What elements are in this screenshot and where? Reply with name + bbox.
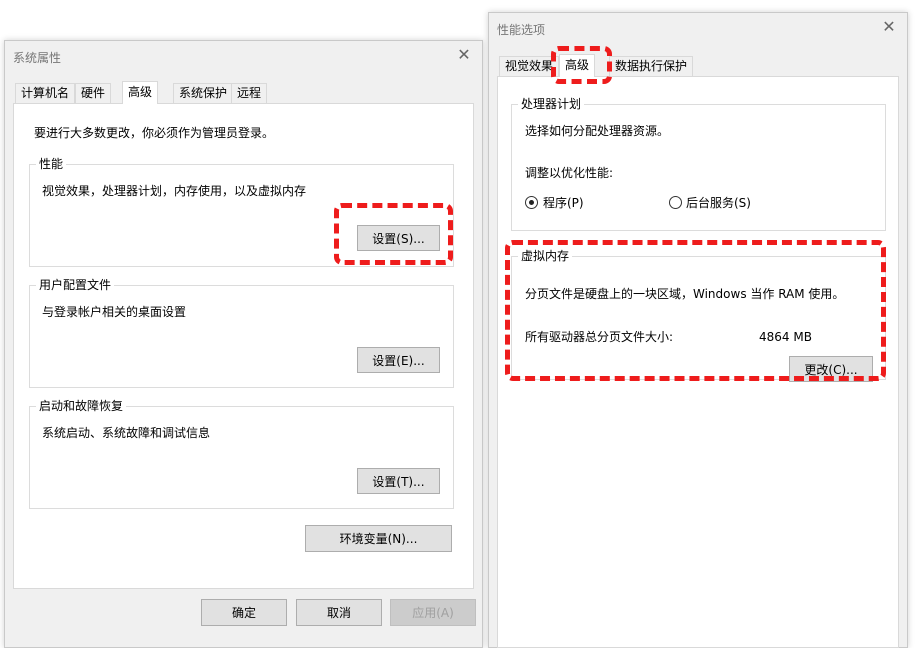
virtual-memory-group: 虚拟内存 分页文件是硬盘上的一块区域，Windows 当作 RAM 使用。 所有…	[511, 249, 886, 382]
window-title: 系统属性	[13, 51, 62, 65]
paging-total-value: 4864 MB	[759, 330, 812, 344]
user-profiles-group: 用户配置文件 与登录帐户相关的桌面设置 设置(E)...	[29, 278, 454, 388]
system-properties-window: 系统属性 ✕ 计算机名 硬件 高级 系统保护 远程 要进行大多数更改，你必须作为…	[4, 40, 483, 648]
advanced-panel: 要进行大多数更改，你必须作为管理员登录。 性能 视觉效果，处理器计划，内存使用，…	[13, 103, 474, 589]
admin-note: 要进行大多数更改，你必须作为管理员登录。	[34, 126, 275, 140]
processor-adjust-label: 调整以优化性能:	[525, 166, 614, 180]
startup-recovery-group: 启动和故障恢复 系统启动、系统故障和调试信息 设置(T)...	[29, 399, 454, 509]
tab-remote[interactable]: 远程	[231, 83, 268, 103]
close-icon[interactable]: ✕	[877, 15, 901, 39]
ok-button[interactable]: 确定	[201, 599, 287, 626]
performance-settings-button[interactable]: 设置(S)...	[357, 225, 440, 251]
user-profiles-settings-button[interactable]: 设置(E)...	[357, 347, 440, 373]
tab-bar: 计算机名 硬件 高级 系统保护 远程	[13, 81, 473, 104]
close-icon[interactable]: ✕	[452, 43, 476, 67]
programs-radio[interactable]	[525, 196, 538, 209]
tab-bar: 视觉效果 高级 数据执行保护	[497, 54, 897, 77]
environment-variables-button[interactable]: 环境变量(N)...	[305, 525, 452, 552]
user-profiles-title: 用户配置文件	[36, 278, 115, 292]
startup-recovery-title: 启动和故障恢复	[36, 399, 127, 413]
processor-desc: 选择如何分配处理器资源。	[525, 124, 670, 138]
window-title: 性能选项	[497, 23, 546, 37]
paging-total-label: 所有驱动器总分页文件大小:	[525, 330, 674, 344]
tab-visual-effects[interactable]: 视觉效果	[499, 56, 560, 76]
user-profiles-desc: 与登录帐户相关的桌面设置	[42, 305, 187, 319]
change-virtual-memory-button[interactable]: 更改(C)...	[789, 356, 873, 382]
startup-recovery-settings-button[interactable]: 设置(T)...	[357, 468, 440, 494]
virtual-memory-desc: 分页文件是硬盘上的一块区域，Windows 当作 RAM 使用。	[525, 287, 845, 301]
tab-advanced[interactable]: 高级	[122, 81, 159, 104]
programs-radio-label[interactable]: 程序(P)	[543, 196, 584, 210]
apply-button[interactable]: 应用(A)	[390, 599, 476, 626]
advanced-panel: 处理器计划 选择如何分配处理器资源。 调整以优化性能: 程序(P) 后台服务(S…	[497, 76, 899, 648]
processor-scheduling-group: 处理器计划 选择如何分配处理器资源。 调整以优化性能: 程序(P) 后台服务(S…	[511, 97, 886, 231]
tab-hardware[interactable]: 硬件	[75, 83, 112, 103]
processor-scheduling-title: 处理器计划	[518, 97, 585, 111]
performance-group: 性能 视觉效果，处理器计划，内存使用，以及虚拟内存 设置(S)...	[29, 157, 454, 267]
virtual-memory-title: 虚拟内存	[518, 249, 573, 263]
background-services-radio[interactable]	[669, 196, 682, 209]
tab-computer-name[interactable]: 计算机名	[15, 83, 76, 103]
performance-options-window: 性能选项 ✕ 视觉效果 高级 数据执行保护 处理器计划 选择如何分配处理器资源。…	[488, 12, 908, 648]
startup-recovery-desc: 系统启动、系统故障和调试信息	[42, 426, 211, 440]
tab-dep[interactable]: 数据执行保护	[609, 56, 694, 76]
tab-advanced[interactable]: 高级	[559, 54, 596, 77]
tab-system-protection[interactable]: 系统保护	[173, 83, 234, 103]
cancel-button[interactable]: 取消	[296, 599, 382, 626]
performance-title: 性能	[36, 157, 67, 171]
performance-desc: 视觉效果，处理器计划，内存使用，以及虚拟内存	[42, 184, 307, 198]
background-services-radio-label[interactable]: 后台服务(S)	[686, 196, 751, 210]
